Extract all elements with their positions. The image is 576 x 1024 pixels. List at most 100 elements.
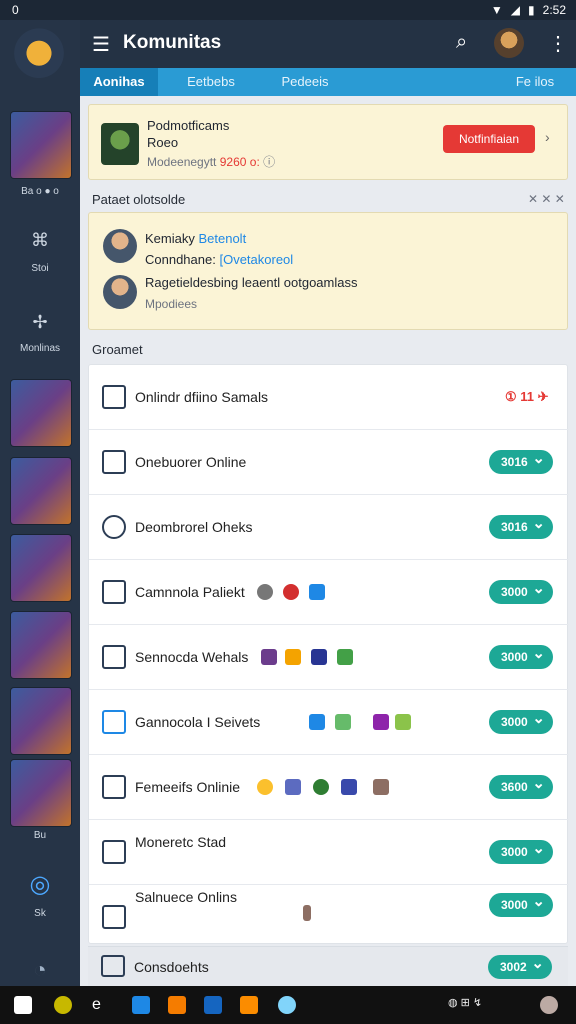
- list-row[interactable]: Onlindr dfiino Samals ① 11 ✈: [89, 365, 569, 430]
- row-pill[interactable]: 3000: [489, 837, 553, 864]
- community-icon[interactable]: ✢: [26, 312, 54, 334]
- section-side[interactable]: ✕ ✕ ✕: [528, 192, 565, 206]
- tray-icons: ◍ ⊞ ↯: [448, 997, 483, 1009]
- boat-icon: [309, 714, 325, 730]
- search-icon[interactable]: ⌕: [456, 31, 467, 54]
- rail-label-2[interactable]: Stoi: [0, 263, 80, 274]
- rail-label-5[interactable]: Sk: [0, 908, 80, 919]
- promo-image: [101, 123, 139, 165]
- profile-icon[interactable]: [540, 996, 558, 1014]
- page-title: Komunitas: [123, 32, 222, 53]
- list-row[interactable]: Deombrorel Oheks 3016: [89, 495, 569, 560]
- chart-icon: [102, 580, 126, 604]
- row-pill[interactable]: 3016: [489, 447, 553, 474]
- row-label: Sennocda Wehals: [135, 649, 249, 665]
- list-row[interactable]: Moneretc Stad 3000: [89, 820, 569, 885]
- tab-3[interactable]: Pedeeis: [268, 68, 342, 96]
- signal-icon: ◢: [510, 3, 521, 17]
- list-row[interactable]: Femeeifs Onlinie 3600: [89, 755, 569, 820]
- more-icon[interactable]: ⋮: [548, 31, 568, 56]
- rail-label-4: Bu: [33, 830, 47, 841]
- list-icon: [102, 645, 126, 669]
- game-thumb-4[interactable]: [11, 535, 71, 601]
- notify-card[interactable]: Kemiaky Betenolt Conndhane: [Ovetakoreol…: [88, 212, 568, 330]
- tab-4[interactable]: Fe ilos: [502, 68, 568, 96]
- battery-icon: ▮: [528, 3, 535, 17]
- row-badge: ① 11 ✈: [505, 389, 549, 404]
- list-row[interactable]: Sennocda Wehals 3000: [89, 625, 569, 690]
- sun-icon: [257, 779, 273, 795]
- row-pill[interactable]: 3000: [489, 890, 553, 917]
- notification-button[interactable]: Notfinfiaian: [443, 125, 535, 153]
- row-pill[interactable]: 3000: [489, 707, 553, 734]
- system-taskbar: e ◍ ⊞ ↯: [0, 986, 576, 1024]
- game-thumb-2[interactable]: [11, 380, 71, 446]
- row-pill[interactable]: 3000: [489, 642, 553, 669]
- row-label: Deombrorel Oheks: [135, 519, 253, 535]
- game-thumb-1[interactable]: [11, 112, 71, 178]
- gem-icon: [373, 714, 389, 730]
- game-thumb-6[interactable]: [11, 688, 71, 754]
- notify-link-2[interactable]: [Ovetakoreol: [219, 252, 293, 267]
- chevron-right-icon[interactable]: ›: [545, 129, 550, 145]
- store-icon[interactable]: [132, 996, 150, 1014]
- wifi-icon: ▼: [490, 3, 503, 17]
- row-pill[interactable]: 3000: [489, 577, 553, 604]
- alert-icon: [283, 584, 299, 600]
- car-icon: [341, 779, 357, 795]
- bar-icon: [395, 714, 411, 730]
- promo-card[interactable]: Podmotficams Roeo Modeenegytt 9260 o: ⓘ …: [88, 104, 568, 180]
- gallery-icon[interactable]: [240, 996, 258, 1014]
- game-thumb-3[interactable]: [11, 458, 71, 524]
- section-title-2: Groamet: [92, 342, 143, 357]
- notify-link-1[interactable]: Betenolt: [198, 231, 246, 246]
- list-row[interactable]: Onebuorer Online 3016: [89, 430, 569, 495]
- app-logo: [12, 28, 66, 84]
- game-thumb-5[interactable]: [11, 612, 71, 678]
- left-rail: Ba o ● o ⌘ Stoi ✢ Monlinas Bu ◎ Sk ◔: [0, 20, 80, 986]
- row-pill[interactable]: 3016: [489, 512, 553, 539]
- chest-icon: [373, 779, 389, 795]
- refresh-icon[interactable]: ◎: [26, 870, 54, 898]
- torch-icon: [303, 905, 311, 921]
- promo-meta-highlight: 9260 o:: [219, 155, 260, 169]
- footer-row[interactable]: Consdoehts 3002: [88, 946, 568, 986]
- shield-icon[interactable]: [204, 996, 222, 1014]
- star-icon: [309, 584, 325, 600]
- status-icon: [257, 584, 273, 600]
- list-row[interactable]: Gannocola I Seivets 3000: [89, 690, 569, 755]
- status-left: 0: [12, 3, 19, 17]
- browser-icon[interactable]: e: [92, 996, 106, 1014]
- info-icon: ⓘ: [263, 155, 276, 169]
- clover-icon: [337, 649, 353, 665]
- tab-1[interactable]: Aonihas: [80, 68, 158, 96]
- main-content: Podmotficams Roeo Modeenegytt 9260 o: ⓘ …: [80, 96, 576, 986]
- settings-icon[interactable]: ◔: [26, 957, 54, 982]
- person-avatar-2: [103, 275, 137, 309]
- row-label: Salnuece Onlins: [135, 889, 237, 905]
- tab-2[interactable]: Eetbebs: [174, 68, 248, 96]
- row-pill[interactable]: 3600: [489, 772, 553, 799]
- tab-bar: Aonihas Eetbebs Pedeeis Fe ilos: [80, 68, 576, 96]
- section-title-1: Pataet olotsolde: [92, 192, 186, 207]
- folder-icon: [101, 955, 125, 977]
- map-icon: [102, 385, 126, 409]
- game-thumb-7[interactable]: [11, 760, 71, 826]
- rail-label-3[interactable]: Monlinas: [0, 343, 80, 354]
- footer-pill[interactable]: 3002: [488, 952, 552, 979]
- menu-icon[interactable]: ☰: [92, 32, 110, 57]
- avatar[interactable]: [494, 28, 524, 58]
- store-icon[interactable]: ⌘: [26, 230, 54, 252]
- notify-line-3: Ragetieldesbing leaentl ootgoamlass: [145, 275, 358, 290]
- status-bar: 0 ▼ ◢ ▮ 2:52: [0, 0, 576, 20]
- list-row[interactable]: Camnnola Paliekt 3000: [89, 560, 569, 625]
- list-row[interactable]: Salnuece Onlins 3000: [89, 885, 569, 950]
- coin-icon[interactable]: [54, 996, 72, 1014]
- folder-icon: [102, 840, 126, 864]
- wifi-icon[interactable]: [278, 996, 296, 1014]
- globe-icon: [102, 710, 126, 734]
- gear-icon: [102, 515, 126, 539]
- window-icon: [102, 450, 126, 474]
- home-icon[interactable]: [14, 996, 32, 1014]
- mail-icon[interactable]: [168, 996, 186, 1014]
